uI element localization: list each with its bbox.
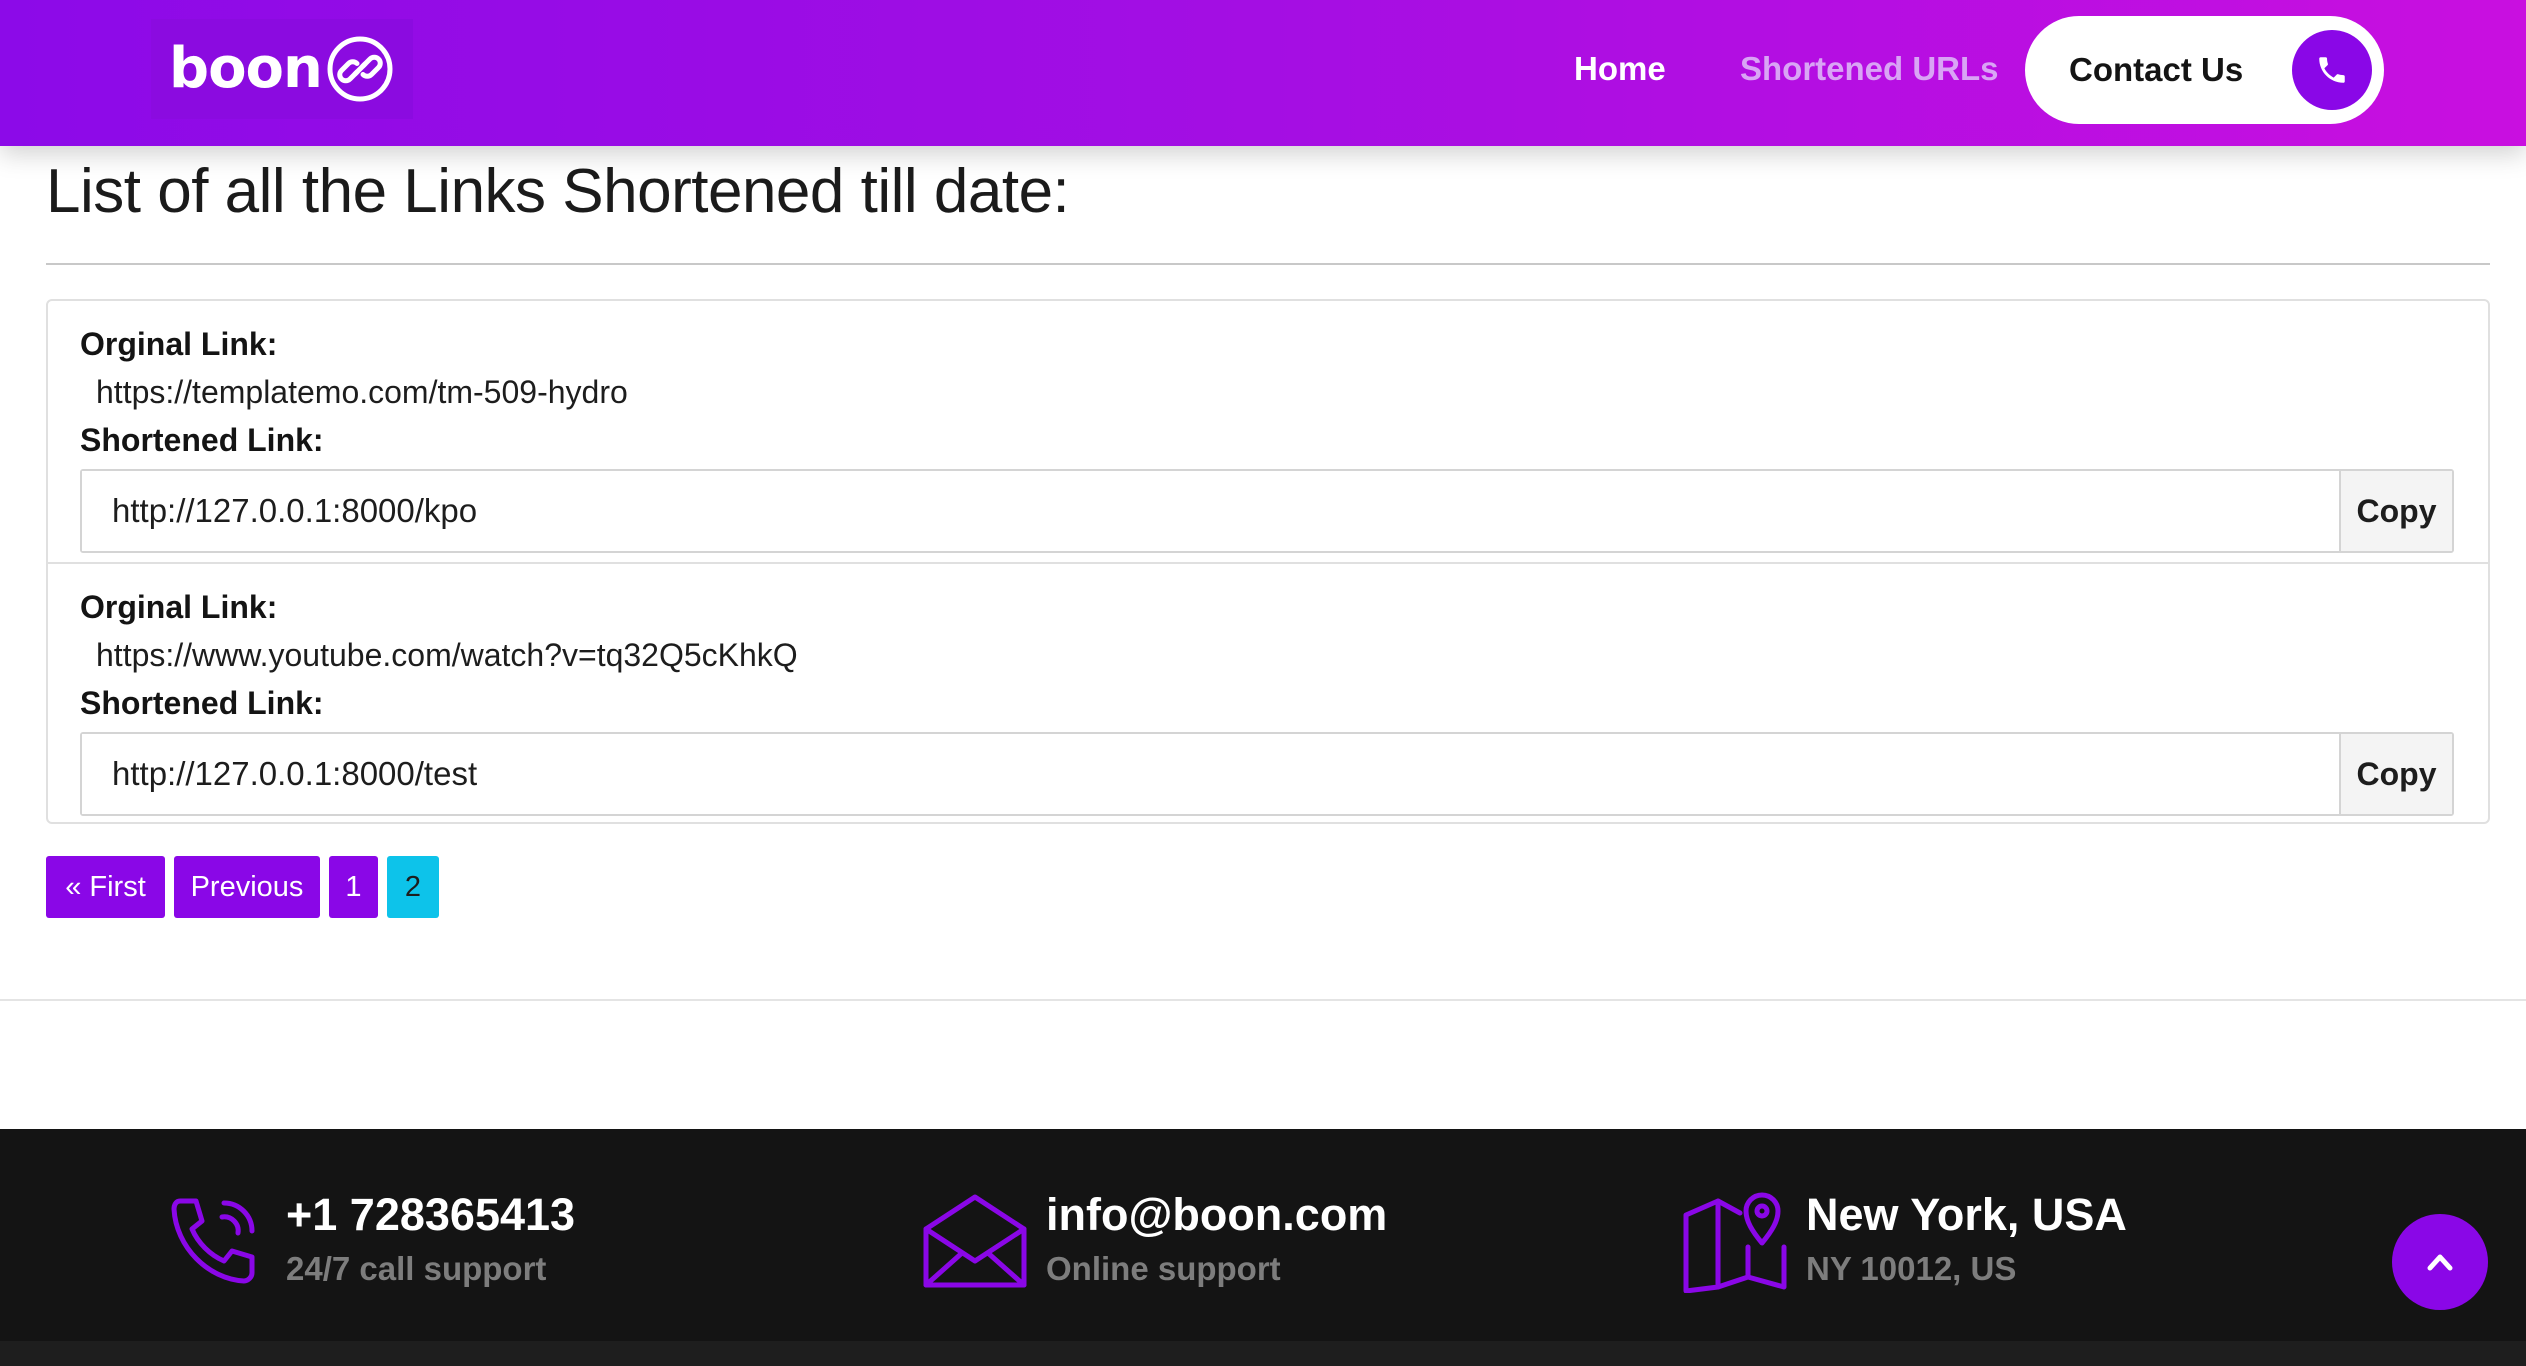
nav-shortened-urls[interactable]: Shortened URLs xyxy=(1740,50,1999,88)
original-link-label: Orginal Link: xyxy=(80,589,278,625)
link-chain-icon xyxy=(327,36,393,102)
content-divider xyxy=(0,999,2526,1001)
site-header: boon Home Shortened URLs Contact Us xyxy=(0,0,2526,146)
contact-us-label: Contact Us xyxy=(2069,51,2244,88)
shortened-link-label: Shortened Link: xyxy=(80,422,324,458)
footer-phone-info: +1 728365413 24/7 call support xyxy=(162,1187,575,1293)
footer-phone-number[interactable]: +1 728365413 xyxy=(286,1187,575,1243)
page-1-button[interactable]: 1 xyxy=(329,856,378,918)
nav-home[interactable]: Home xyxy=(1574,50,1666,88)
phone-icon xyxy=(2292,30,2372,110)
logo-text: boon xyxy=(169,36,323,101)
copy-button[interactable]: Copy xyxy=(2339,734,2452,814)
shortened-link-group: Copy xyxy=(80,469,2454,553)
footer-email-info: info@boon.com Online support xyxy=(922,1187,1387,1293)
footer-location-text: New York, USA NY 10012, US xyxy=(1806,1187,2127,1293)
page-first-button[interactable]: « First xyxy=(46,856,165,918)
footer-phone-text: +1 728365413 24/7 call support xyxy=(286,1187,575,1293)
shortened-link-input[interactable] xyxy=(82,734,2339,814)
list-item: Orginal Link: https://templatemo.com/tm-… xyxy=(48,301,2488,562)
title-divider xyxy=(46,263,2490,265)
footer-location-city: New York, USA xyxy=(1806,1189,2127,1240)
pagination: « First Previous 1 2 xyxy=(46,856,439,918)
footer-location-info: New York, USA NY 10012, US xyxy=(1682,1187,2127,1293)
footer-email-text: info@boon.com Online support xyxy=(1046,1187,1387,1293)
contact-us-button[interactable]: Contact Us xyxy=(2025,16,2384,124)
list-item: Orginal Link: https://www.youtube.com/wa… xyxy=(48,562,2488,822)
brand-logo[interactable]: boon xyxy=(151,19,413,119)
chevron-up-icon xyxy=(2427,1254,2453,1271)
original-link-url: https://www.youtube.com/watch?v=tq32Q5cK… xyxy=(96,637,798,673)
shortened-link-label: Shortened Link: xyxy=(80,685,324,721)
footer-bottom-strip xyxy=(0,1341,2526,1366)
footer-email-sub: Online support xyxy=(1046,1250,1281,1287)
footer-phone-sub: 24/7 call support xyxy=(286,1250,547,1287)
shortened-link-group: Copy xyxy=(80,732,2454,816)
scroll-to-top-button[interactable] xyxy=(2392,1214,2488,1310)
map-pin-icon xyxy=(1683,1192,1787,1293)
page-title: List of all the Links Shortened till dat… xyxy=(46,157,1070,226)
envelope-open-icon xyxy=(923,1194,1027,1288)
footer-email-address[interactable]: info@boon.com xyxy=(1046,1187,1387,1243)
footer-location-sub: NY 10012, US xyxy=(1806,1250,2017,1287)
phone-ringing-icon xyxy=(171,1198,255,1284)
original-link-label: Orginal Link: xyxy=(80,326,278,362)
shortened-links-list: Orginal Link: https://templatemo.com/tm-… xyxy=(46,299,2490,824)
copy-button[interactable]: Copy xyxy=(2339,471,2452,551)
original-link-url: https://templatemo.com/tm-509-hydro xyxy=(96,374,628,410)
page-2-button[interactable]: 2 xyxy=(387,856,439,918)
page-previous-button[interactable]: Previous xyxy=(174,856,320,918)
shortened-link-input[interactable] xyxy=(82,471,2339,551)
